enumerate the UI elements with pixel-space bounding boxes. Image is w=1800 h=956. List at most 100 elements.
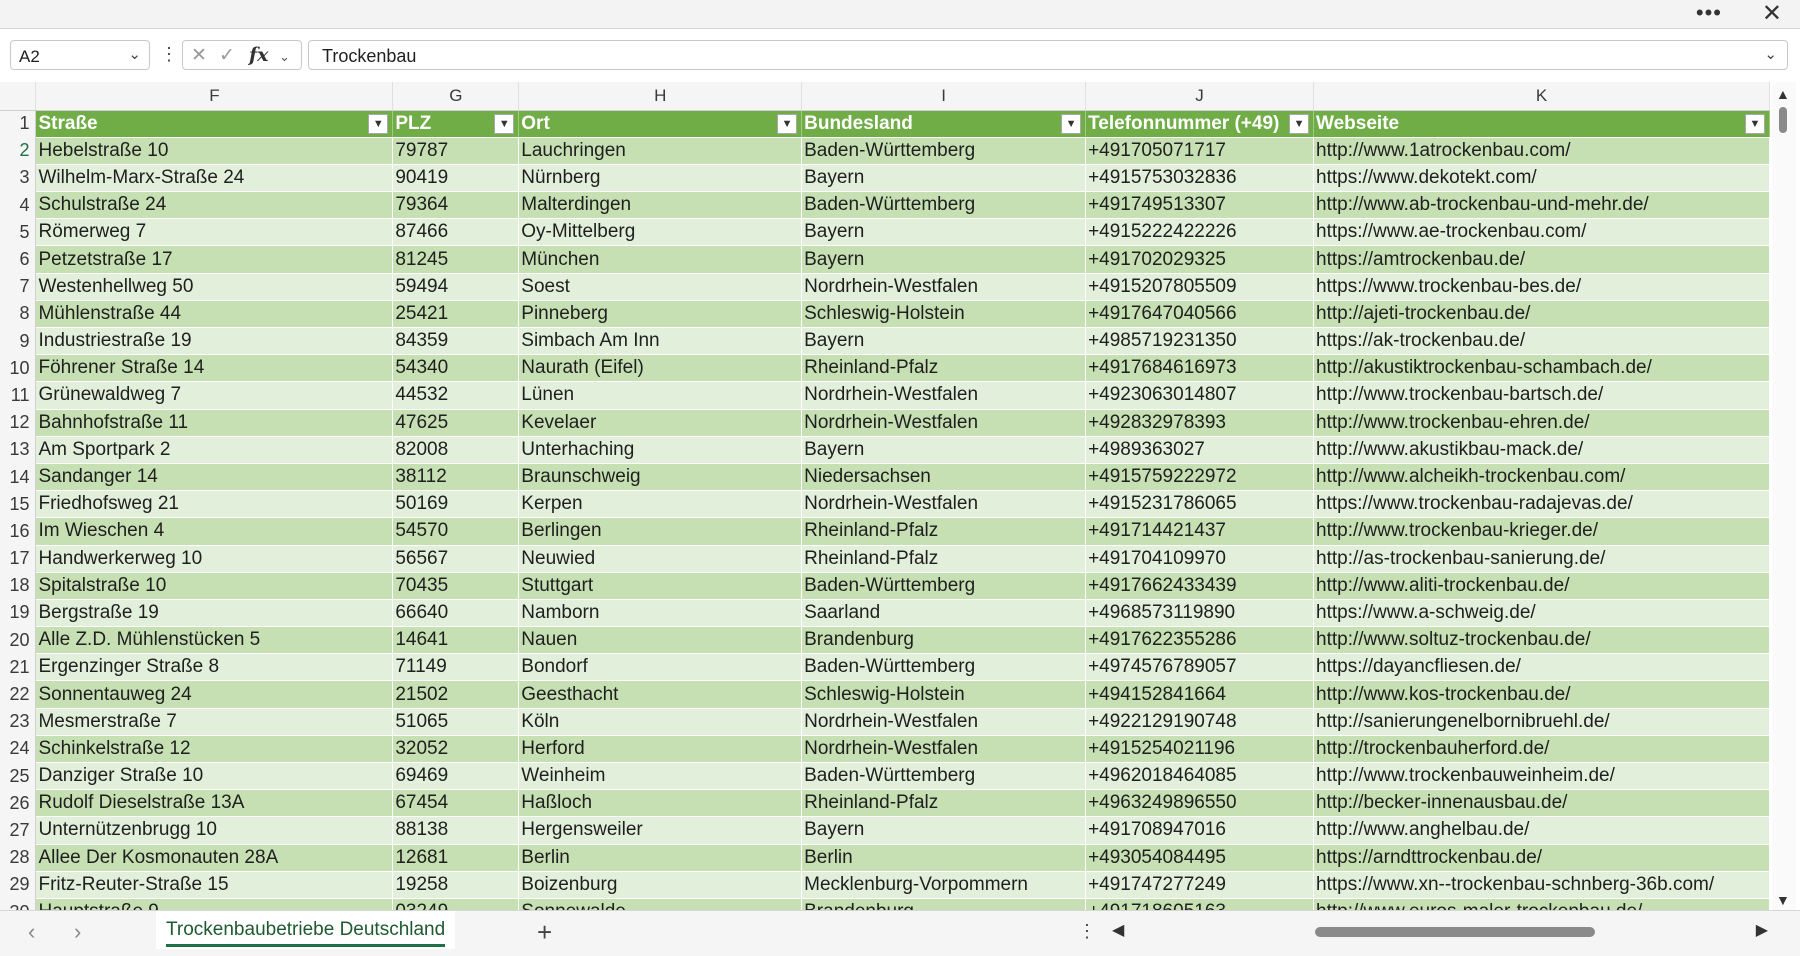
table-cell[interactable]: Baden-Württemberg	[801, 653, 1087, 682]
filter-dropdown-icon[interactable]: ▼	[368, 113, 389, 134]
header-cell[interactable]: Webseite ▼	[1313, 110, 1770, 138]
table-cell[interactable]: 69469	[392, 762, 520, 791]
table-cell[interactable]: http://www.alcheikh-trockenbau.com/	[1313, 463, 1770, 492]
table-cell[interactable]: http://www.akustikbau-mack.de/	[1313, 436, 1770, 464]
table-cell[interactable]: +4923063014807	[1085, 381, 1315, 410]
table-cell[interactable]: https://www.a-schweig.de/	[1313, 599, 1770, 628]
table-cell[interactable]: 19258	[392, 871, 520, 899]
row-number[interactable]: 15	[0, 490, 37, 518]
column-header[interactable]: I	[801, 82, 1087, 111]
table-cell[interactable]: +491747277249	[1085, 871, 1315, 899]
table-cell[interactable]: Bondorf	[518, 653, 803, 682]
table-cell[interactable]: Soest	[518, 273, 803, 301]
table-cell[interactable]: +491718605163	[1085, 898, 1315, 910]
table-cell[interactable]: +4985719231350	[1085, 327, 1315, 356]
table-cell[interactable]: Rudolf Dieselstraße 13A	[35, 789, 394, 818]
table-cell[interactable]: Mühlenstraße 44	[35, 300, 394, 329]
scroll-right-icon[interactable]: ▶	[1756, 920, 1768, 940]
table-cell[interactable]: Im Wieschen 4	[35, 517, 394, 546]
table-cell[interactable]: 12681	[392, 844, 520, 872]
table-cell[interactable]: Berlingen	[518, 517, 803, 546]
table-cell[interactable]: Mecklenburg-Vorpommern	[801, 871, 1087, 899]
row-number[interactable]: 27	[0, 816, 37, 845]
check-icon[interactable]: ✓	[219, 44, 235, 67]
table-cell[interactable]: Schleswig-Holstein	[801, 300, 1087, 329]
table-cell[interactable]: Braunschweig	[518, 463, 803, 492]
cancel-icon[interactable]: ✕	[191, 44, 207, 67]
table-cell[interactable]: Unternützenbrugg 10	[35, 816, 394, 845]
table-cell[interactable]: Föhrener Straße 14	[35, 354, 394, 383]
row-number[interactable]: 4	[0, 191, 37, 219]
table-cell[interactable]: 21502	[392, 680, 520, 709]
table-cell[interactable]: +491705071717	[1085, 137, 1315, 165]
table-cell[interactable]: Lauchringen	[518, 137, 803, 165]
table-cell[interactable]: https://dayancfliesen.de/	[1313, 653, 1770, 682]
name-box[interactable]: A2 ⌄	[10, 40, 150, 70]
table-cell[interactable]: http://www.aliti-trockenbau.de/	[1313, 572, 1770, 600]
table-cell[interactable]: Niedersachsen	[801, 463, 1087, 492]
select-all-corner[interactable]	[0, 82, 37, 111]
table-cell[interactable]: +4915231786065	[1085, 490, 1315, 519]
table-cell[interactable]: http://akustiktrockenbau-schambach.de/	[1313, 354, 1770, 383]
table-cell[interactable]: 25421	[392, 300, 520, 329]
sheet-options-icon[interactable]: ⋮	[1078, 921, 1096, 942]
table-cell[interactable]: Köln	[518, 708, 803, 736]
table-cell[interactable]: https://amtrockenbau.de/	[1313, 245, 1770, 274]
row-number[interactable]: 10	[0, 354, 37, 382]
table-cell[interactable]: +4915222422226	[1085, 218, 1315, 247]
table-cell[interactable]: +4915753032836	[1085, 164, 1315, 193]
table-cell[interactable]: +491749513307	[1085, 191, 1315, 220]
table-cell[interactable]: Brandenburg	[801, 626, 1087, 655]
table-cell[interactable]: Hauptstraße 9	[35, 898, 394, 910]
table-cell[interactable]: Nordrhein-Westfalen	[801, 381, 1087, 410]
table-cell[interactable]: Fritz-Reuter-Straße 15	[35, 871, 394, 899]
table-cell[interactable]: 90419	[392, 164, 520, 193]
spreadsheet-grid[interactable]: F G H I J K 1 Straße ▼ PLZ ▼ Ort ▼ Bundesland ▼ Telefon…	[0, 82, 1770, 910]
table-cell[interactable]: Nordrhein-Westfalen	[801, 409, 1087, 437]
table-cell[interactable]: Unterhaching	[518, 436, 803, 464]
table-cell[interactable]: https://www.xn--trockenbau-schnberg-36b.…	[1313, 871, 1770, 899]
vertical-scroll-thumb[interactable]	[1779, 107, 1787, 133]
table-cell[interactable]: +4922129190748	[1085, 708, 1315, 736]
table-cell[interactable]: Baden-Württemberg	[801, 572, 1087, 600]
table-cell[interactable]: http://www.trockenbauweinheim.de/	[1313, 762, 1770, 791]
table-cell[interactable]: Nordrhein-Westfalen	[801, 735, 1087, 764]
table-cell[interactable]: Allee Der Kosmonauten 28A	[35, 844, 394, 872]
table-cell[interactable]: München	[518, 245, 803, 274]
row-number[interactable]: 28	[0, 844, 37, 872]
more-icon[interactable]: •••	[1696, 2, 1722, 24]
table-cell[interactable]: Oy-Mittelberg	[518, 218, 803, 247]
table-cell[interactable]: +4974576789057	[1085, 653, 1315, 682]
table-cell[interactable]: Hebelstraße 10	[35, 137, 394, 165]
table-cell[interactable]: https://ak-trockenbau.de/	[1313, 327, 1770, 356]
table-cell[interactable]: +491708947016	[1085, 816, 1315, 845]
table-cell[interactable]: Pinneberg	[518, 300, 803, 329]
table-cell[interactable]: Naurath (Eifel)	[518, 354, 803, 383]
table-cell[interactable]: Simbach Am Inn	[518, 327, 803, 356]
row-number[interactable]: 17	[0, 545, 37, 573]
row-number[interactable]: 16	[0, 517, 37, 545]
table-cell[interactable]: https://www.trockenbau-bes.de/	[1313, 273, 1770, 301]
table-cell[interactable]: Grünewaldweg 7	[35, 381, 394, 410]
table-cell[interactable]: 88138	[392, 816, 520, 845]
table-cell[interactable]: +4915254021196	[1085, 735, 1315, 764]
table-cell[interactable]: Wilhelm-Marx-Straße 24	[35, 164, 394, 193]
table-cell[interactable]: 54340	[392, 354, 520, 383]
table-cell[interactable]: Rheinland-Pfalz	[801, 517, 1087, 546]
row-number[interactable]: 22	[0, 680, 37, 709]
table-cell[interactable]: Nordrhein-Westfalen	[801, 273, 1087, 301]
table-cell[interactable]: Bayern	[801, 327, 1087, 356]
row-number[interactable]: 8	[0, 300, 37, 328]
table-cell[interactable]: +491714421437	[1085, 517, 1315, 546]
add-sheet-icon[interactable]: +	[537, 917, 552, 948]
table-cell[interactable]: Schleswig-Holstein	[801, 680, 1087, 709]
formula-input[interactable]: Trockenbau ⌄	[308, 40, 1788, 70]
table-cell[interactable]: Sonnewalde	[518, 898, 803, 910]
table-cell[interactable]: Bergstraße 19	[35, 599, 394, 628]
row-number[interactable]: 21	[0, 653, 37, 681]
table-cell[interactable]: Danziger Straße 10	[35, 762, 394, 791]
table-cell[interactable]: Rheinland-Pfalz	[801, 545, 1087, 573]
table-cell[interactable]: Alle Z.D. Mühlenstücken 5	[35, 626, 394, 655]
table-cell[interactable]: 59494	[392, 273, 520, 301]
table-cell[interactable]: Westenhellweg 50	[35, 273, 394, 301]
